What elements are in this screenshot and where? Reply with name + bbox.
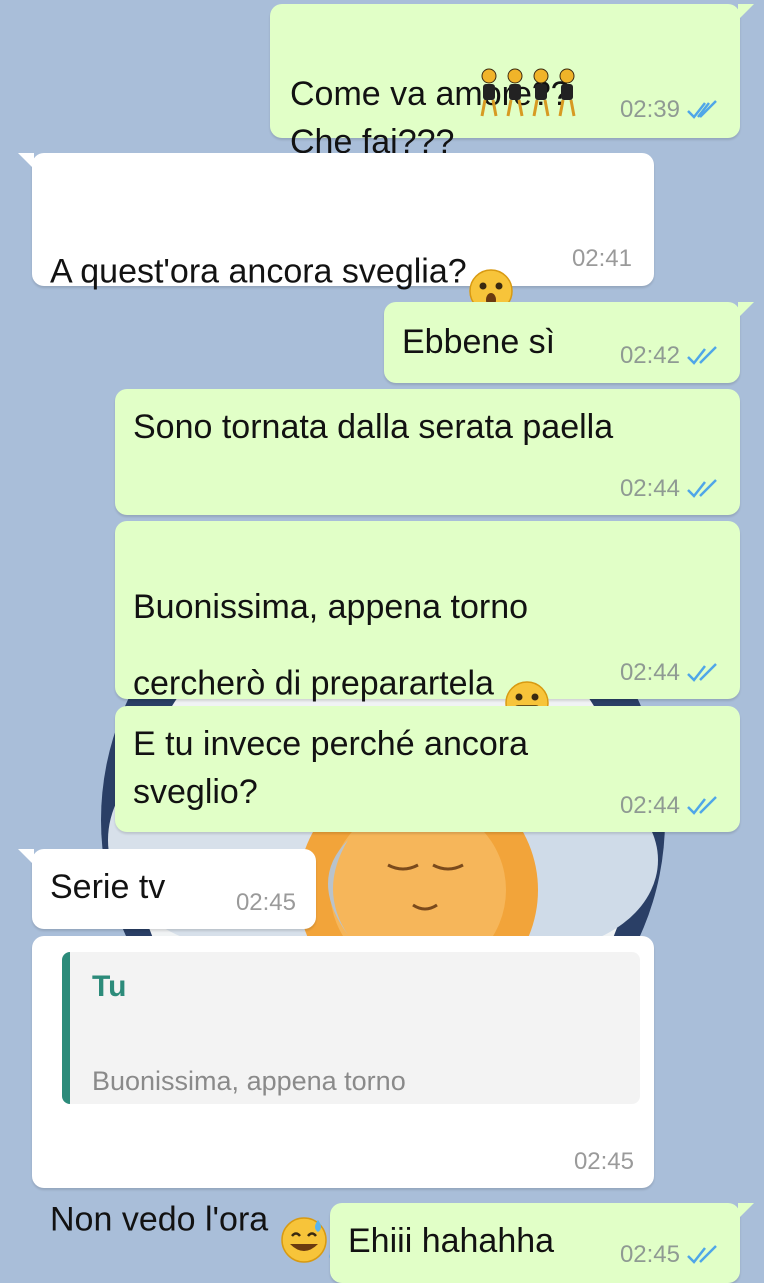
message-text: Ebbene sì <box>402 323 556 361</box>
message-bubble-incoming-reply[interactable]: Tu Buonissima, appena torno cercherò di … <box>32 936 654 1263</box>
message-text: Serie tv <box>50 868 166 906</box>
message-meta: 02:39 <box>620 96 718 124</box>
message-time: 02:45 <box>573 1148 634 1175</box>
message-time: 02:42 <box>619 342 680 369</box>
message-bubble-outgoing[interactable]: E tu invece perché ancora sveglio? 02:44 <box>115 706 740 832</box>
message-meta: 02:44 <box>620 792 718 820</box>
quote-accent-bar <box>62 952 70 1104</box>
double-check-icon <box>687 479 717 498</box>
message-bubble-outgoing[interactable]: Sono tornata dalla serata paella 02:44 <box>115 389 740 515</box>
quote-author: Tu <box>92 970 127 1003</box>
message-meta: 02:44 <box>620 659 718 687</box>
message-meta: 02:45 <box>620 1241 718 1269</box>
message-time: 02:45 <box>235 889 296 916</box>
message-meta: 02:44 <box>620 475 718 503</box>
message-text: E tu invece perché ancora sveglio? <box>133 725 529 811</box>
message-time: 02:41 <box>571 245 632 272</box>
message-meta: 02:41 <box>572 245 632 273</box>
message-text: Sono tornata dalla serata paella <box>133 408 614 446</box>
message-time: 02:44 <box>619 475 680 502</box>
message-time: 02:44 <box>619 659 680 686</box>
message-bubble-outgoing[interactable]: Ehiii hahahha 02:45 <box>330 1203 754 1283</box>
message-bubble-incoming[interactable]: A quest'ora ancora sveglia? 02:41 <box>18 153 654 313</box>
message-meta: 02:45 <box>574 1148 634 1176</box>
message-bubble-outgoing[interactable]: Buonissima, appena torno cercherò di pre… <box>115 521 740 725</box>
double-check-icon <box>687 796 717 815</box>
double-check-icon <box>687 100 717 120</box>
message-meta: 02:45 <box>236 889 296 917</box>
grimacing-face-emoji <box>386 1100 420 1104</box>
quote-text: Buonissima, appena torno cercherò di pre… <box>92 1024 420 1104</box>
message-time: 02:39 <box>619 96 680 123</box>
double-check-icon <box>687 1245 717 1264</box>
quoted-message[interactable]: Tu Buonissima, appena torno cercherò di … <box>62 952 640 1104</box>
dancers-emoji <box>476 66 580 125</box>
message-bubble-outgoing[interactable]: Ebbene sì 02:42 <box>384 302 754 383</box>
double-check-icon <box>687 663 717 682</box>
message-bubble-incoming[interactable]: Serie tv 02:45 <box>18 849 316 929</box>
message-meta: 02:42 <box>620 342 718 370</box>
message-time: 02:44 <box>619 792 680 819</box>
message-bubble-outgoing[interactable]: Come va amore?? Che fai??? 02:39 <box>270 4 754 161</box>
double-check-icon <box>687 346 717 365</box>
message-time: 02:45 <box>619 1241 680 1268</box>
message-text: Ehiii hahahha <box>348 1222 555 1260</box>
